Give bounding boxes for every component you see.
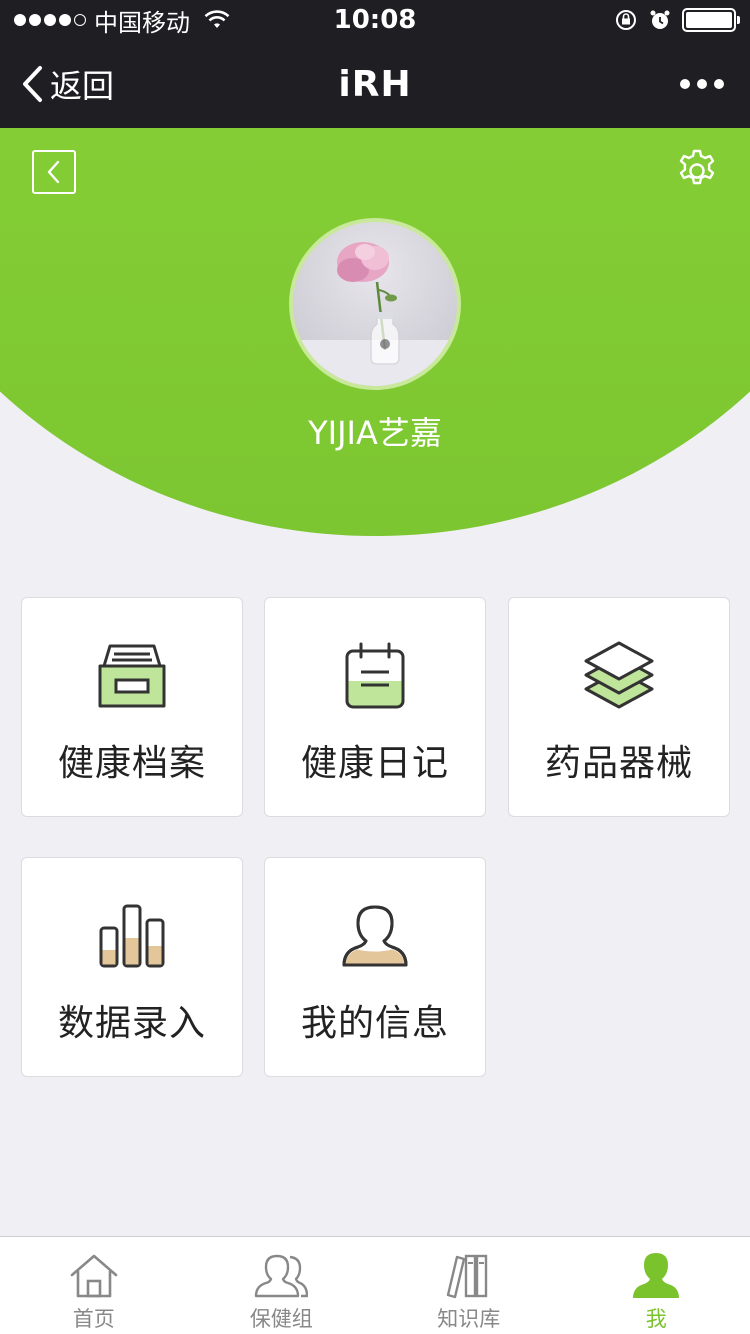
group-icon [255, 1254, 309, 1298]
rotation-lock-icon [615, 10, 636, 30]
carrier-name: 中国移动 [94, 8, 190, 37]
tab-bar: 首页 保健组 知识库 我 [0, 1236, 750, 1334]
menu-card-label: 健康日记 [300, 743, 449, 784]
tab-care-group[interactable]: 保健组 [188, 1237, 376, 1334]
status-bar: 中国移动 10:08 [0, 0, 750, 40]
menu-card-my-info[interactable]: 我的信息 [264, 857, 486, 1077]
nav-back-button[interactable]: 返回 [20, 40, 114, 128]
status-time: 10:08 [333, 5, 417, 35]
books-icon [446, 1254, 487, 1299]
menu-card-label: 药品器械 [544, 743, 693, 784]
nav-back-label: 返回 [50, 67, 115, 105]
menu-card-medicine-devices[interactable]: 药品器械 [508, 597, 730, 817]
menu-card-health-diary[interactable]: 健康日记 [264, 597, 486, 817]
wifi-icon [204, 10, 230, 28]
alarm-icon [650, 10, 670, 29]
tab-label: 保健组 [249, 1307, 313, 1331]
home-icon [70, 1254, 118, 1298]
header-back-button[interactable] [32, 150, 76, 194]
more-options-button[interactable] [680, 40, 724, 128]
person-icon [342, 905, 408, 967]
menu-card-health-records[interactable]: 健康档案 [21, 597, 243, 817]
archive-box-icon [98, 644, 166, 708]
flower-vase-photo [293, 242, 457, 386]
username: YIJIA艺嘉 [308, 414, 442, 452]
menu-card-label: 健康档案 [57, 743, 206, 784]
menu-card-data-entry[interactable]: 数据录入 [21, 857, 243, 1077]
tab-label: 首页 [72, 1307, 115, 1331]
tab-me[interactable]: 我 [563, 1237, 750, 1334]
person-filled-icon [633, 1253, 680, 1298]
status-right [476, 8, 740, 32]
menu-card-label: 数据录入 [57, 1003, 206, 1044]
tab-label: 知识库 [437, 1307, 501, 1331]
navigation-bar: 返回 iRH [0, 40, 750, 128]
chevron-left-icon [23, 66, 42, 102]
gear-icon[interactable] [674, 148, 720, 194]
tab-home[interactable]: 首页 [0, 1237, 188, 1334]
layers-icon [584, 641, 654, 709]
signal-strength-icon [14, 14, 86, 26]
avatar[interactable] [289, 218, 461, 390]
calendar-icon [345, 642, 405, 709]
profile-header: YIJIA艺嘉 [0, 128, 750, 536]
bar-chart-icon [99, 904, 165, 968]
status-left: 中国移动 [14, 3, 274, 38]
menu-card-label: 我的信息 [300, 1003, 449, 1044]
chevron-left-icon [47, 160, 60, 184]
nav-title: iRH [338, 63, 412, 105]
battery-icon [681, 8, 740, 32]
tab-label: 我 [645, 1307, 667, 1331]
tab-knowledge-base[interactable]: 知识库 [375, 1237, 563, 1334]
